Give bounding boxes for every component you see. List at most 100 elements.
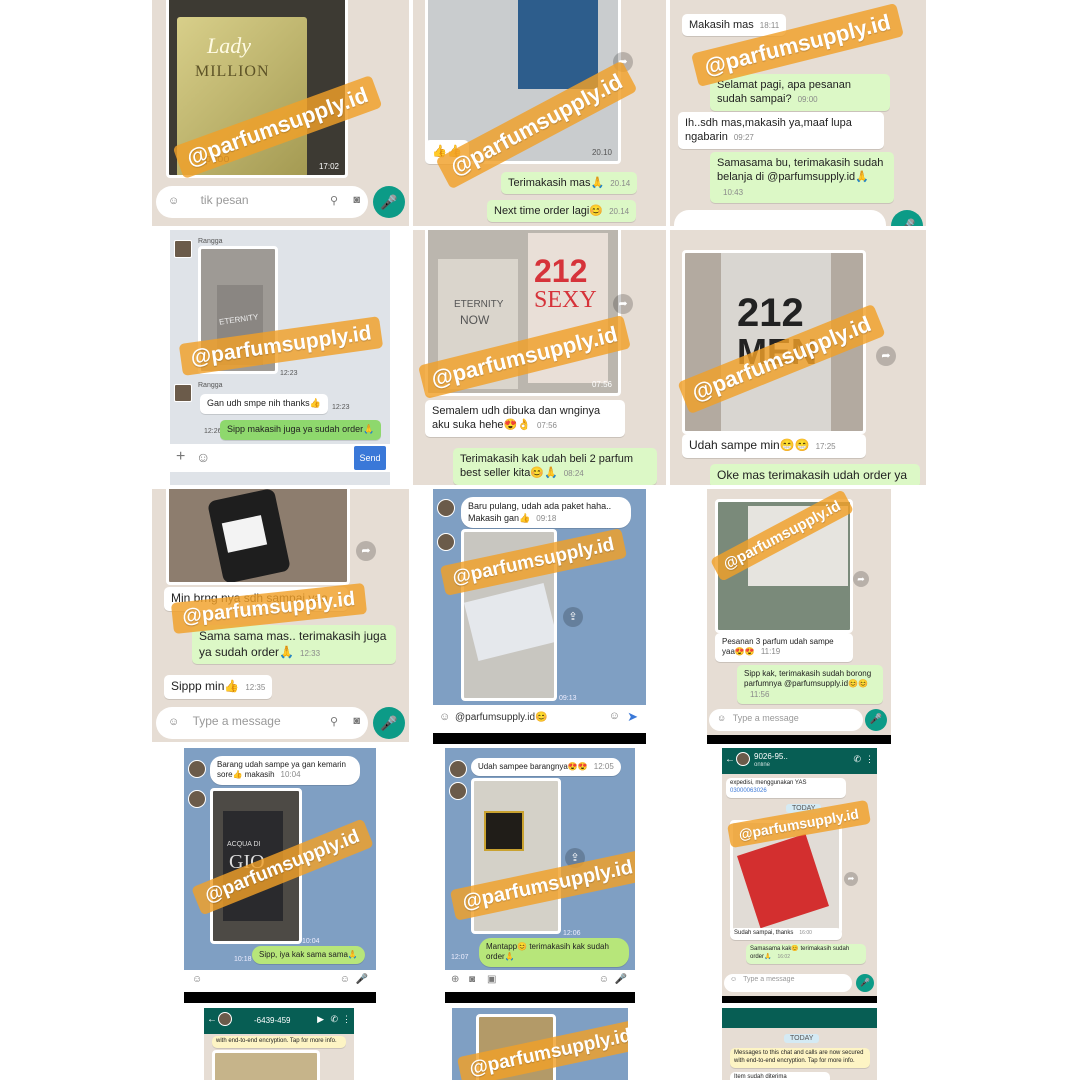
message-input[interactable]: ☺ Type a message ⚲ ◙ (156, 707, 368, 739)
sticker-icon[interactable]: ☺ (609, 710, 620, 722)
image-icon[interactable]: ▣ (487, 974, 496, 985)
back-arrow-icon[interactable]: ← (207, 1014, 217, 1025)
avatar (437, 533, 455, 551)
input-placeholder: Type a message (732, 713, 799, 723)
screenshot-tile-7: ➦ Min brng nya sdh sampai yaa Sama sama … (152, 489, 409, 742)
share-icon[interactable]: ➦ (613, 294, 633, 314)
screenshot-tile-14: @parfumsupply.id (452, 1008, 628, 1080)
message-time: 10:18 (234, 956, 252, 963)
mic-icon[interactable]: 🎤 (356, 974, 368, 985)
message-bubble: Gan udh smpe nih thanks👍 (200, 394, 328, 414)
screenshot-tile-2: 20.10 ➦ 👍👍 Terimakasih mas🙏 20.14 Next ti… (413, 0, 666, 226)
emoji-icon[interactable]: ☺ (192, 974, 202, 985)
call-icon[interactable]: ✆ (853, 754, 861, 765)
emoji-icon[interactable]: ☺ (439, 711, 450, 723)
chat-header: ← -6439-459 ▶ ✆ ⋮ (204, 1008, 354, 1034)
emoji-icon[interactable]: ☺ (168, 195, 179, 207)
menu-icon[interactable]: ⋮ (865, 754, 874, 765)
product-photo[interactable] (212, 1050, 320, 1080)
product-label: SEXY (534, 287, 597, 313)
screenshot-tile-11: Udah sampee barangnya😍😍 12:05 12:06 ⇪ Man… (445, 748, 635, 1003)
plus-icon[interactable]: ⊕ (451, 974, 459, 985)
nav-bar (184, 992, 376, 1003)
avatar (174, 384, 192, 402)
mic-button[interactable]: 🎤 (373, 707, 405, 739)
mic-button[interactable]: 🎤 (865, 709, 887, 731)
sticker-icon[interactable]: ☺ (340, 974, 350, 985)
product-box (518, 0, 598, 89)
product-photo[interactable] (166, 489, 350, 585)
message-input[interactable]: ☺ Type a message (724, 974, 852, 992)
sender-name: Rangga (198, 238, 223, 245)
message-input[interactable]: ☺ tik pesan ⚲ ◙ (156, 186, 368, 218)
screenshot-tile-3: Makasih mas 18:11 Selamat pagi, apa pesan… (670, 0, 926, 226)
message-bubble: expedisi, menggunakan YAS 03000063026 (726, 778, 846, 798)
input-bar: + ☺ Send (170, 444, 390, 472)
screenshot-tile-5: ETERNITY NOW 212 SEXY 07:56 ➦ Semalem ud… (413, 230, 666, 485)
avatar (449, 760, 467, 778)
message-bubble: with end-to-end encryption. Tap for more… (212, 1036, 346, 1048)
share-icon[interactable]: ⇪ (563, 607, 583, 627)
share-icon[interactable]: ➦ (356, 541, 376, 561)
screenshot-tile-4: Rangga ETERNITY 12:23 Rangga Gan udh smp… (170, 230, 390, 485)
emoji-icon[interactable]: ☺ (168, 716, 179, 728)
send-button[interactable]: Send (354, 446, 386, 470)
send-icon[interactable]: ➤ (627, 709, 638, 725)
mic-icon[interactable]: 🎤 (615, 974, 627, 985)
share-icon[interactable]: ➦ (844, 872, 858, 886)
share-icon[interactable]: ➦ (876, 346, 896, 366)
mic-icon: 🎤 (380, 715, 398, 731)
input-placeholder: Type a message (192, 714, 281, 728)
message-bubble: Udah sampe min😁😁 17:25 (682, 434, 866, 458)
perfume-box (484, 811, 524, 851)
date-divider: TODAY (784, 1034, 820, 1043)
camera-icon[interactable]: ◙ (469, 974, 475, 985)
mic-button[interactable]: 🎤 (891, 210, 923, 226)
screenshot-tile-13: ← -6439-459 ▶ ✆ ⋮ with end-to-end encryp… (204, 1008, 354, 1080)
message-time: 07:56 (591, 380, 612, 389)
message-bubble: Samasama kak😊 terimakasih sudah order🙏 16… (746, 944, 866, 964)
back-arrow-icon[interactable]: ← (725, 754, 735, 765)
message-bubble: Terimakasih mas🙏 20.14 (501, 172, 638, 195)
emoji-icon[interactable]: ☺ (717, 713, 726, 723)
package (737, 833, 829, 929)
mic-icon: 🎤 (860, 978, 870, 987)
emoji-icon[interactable]: ☺ (730, 976, 737, 983)
product-label: ETERNITY (454, 299, 504, 310)
share-icon[interactable]: ➦ (853, 571, 869, 587)
message-bubble: Udah sampee barangnya😍😍 12:05 (471, 758, 621, 777)
attach-icon[interactable]: ⚲ (330, 194, 338, 207)
attach-icon[interactable]: ⚲ (330, 715, 338, 728)
video-call-icon[interactable]: ▶ (317, 1014, 324, 1025)
mic-button[interactable]: 🎤 (373, 186, 405, 218)
plus-icon[interactable]: + (176, 448, 185, 466)
message-input[interactable]: ☺ Type a message (709, 709, 863, 731)
chat-header: ← 9026-95.. online ✆ ⋮ (722, 748, 877, 774)
screenshot-tile-9: ➦ Pesanan 3 parfum udah sampe yaa😍😍 11:19… (707, 489, 891, 744)
message-bubble: Oke mas terimakasih udah order ya (710, 464, 920, 485)
call-icon[interactable]: ✆ (330, 1014, 338, 1025)
package (207, 489, 291, 582)
sticker-icon[interactable]: ☺ (599, 974, 609, 985)
shipping-label (221, 515, 268, 553)
screenshot-tile-15: TODAY Messages to this chat and calls ar… (722, 1008, 877, 1080)
message-time: 20.10 (591, 148, 612, 157)
avatar (437, 499, 455, 517)
mic-button[interactable]: 🎤 (856, 974, 874, 992)
product-label: ACQUA DI (227, 841, 261, 848)
avatar (188, 790, 206, 808)
message-input[interactable] (674, 210, 886, 226)
message-time: 12:26 (204, 428, 222, 435)
emoji-icon[interactable]: ☺ (196, 449, 210, 465)
menu-icon[interactable]: ⋮ (342, 1014, 351, 1025)
screenshot-tile-6: 212 MEN ➦ Udah sampe min😁😁17:25 Oke mas … (670, 230, 926, 485)
message-time: 09:13 (559, 695, 577, 702)
product-label: NOW (460, 313, 490, 327)
product-label: ETERNITY (218, 312, 259, 327)
camera-icon[interactable]: ◙ (353, 194, 360, 206)
input-text[interactable]: @parfumsupply.id😊 (455, 712, 547, 723)
camera-icon[interactable]: ◙ (353, 715, 360, 727)
message-bubble: Sipp, iya kak sama sama🙏 (252, 946, 365, 965)
avatar (218, 1012, 232, 1026)
message-bubble: Semalem udh dibuka dan wnginya aku suka … (425, 400, 625, 437)
